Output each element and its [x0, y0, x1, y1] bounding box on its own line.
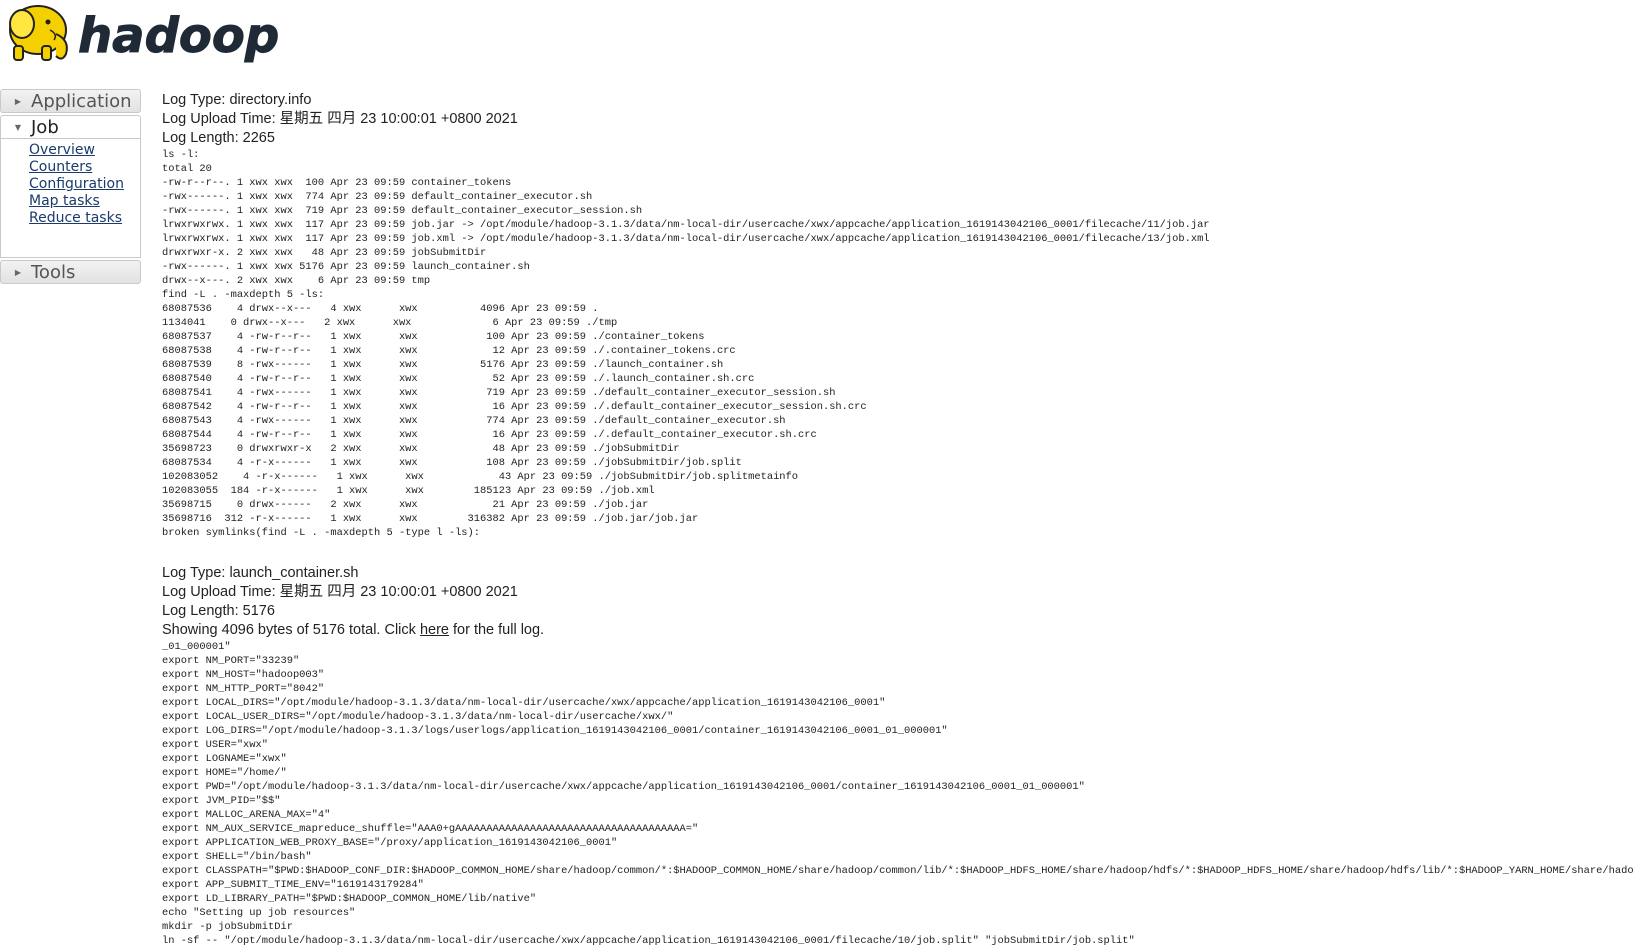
link-configuration[interactable]: Configuration — [29, 176, 140, 193]
showing-suffix: for the full log. — [448, 622, 545, 638]
triangle-down-icon: ▼ — [14, 122, 22, 132]
log-upload-time: Log Upload Time: 星期五 四月 23 10:00:01 +080… — [162, 111, 518, 127]
triangle-right-icon: ▶ — [14, 267, 22, 277]
logo-text: hadoop — [78, 8, 279, 64]
section-title-application: Application — [31, 90, 132, 112]
showing-prefix: Showing 4096 bytes of 5176 total. Click — [162, 622, 420, 638]
section-title-job: Job — [31, 116, 59, 138]
full-log-link[interactable]: here — [420, 622, 449, 638]
link-map-tasks[interactable]: Map tasks — [29, 193, 140, 210]
log-length: Log Length: 5176 — [162, 603, 275, 619]
link-reduce-tasks[interactable]: Reduce tasks — [29, 210, 140, 227]
sidebar-nav: ▶ Application ▼ Job Overview Counters Co… — [0, 89, 141, 286]
job-links: Overview Counters Configuration Map task… — [0, 139, 141, 258]
log-upload-time: Log Upload Time: 星期五 四月 23 10:00:01 +080… — [162, 584, 518, 600]
sidebar-section-tools[interactable]: ▶ Tools — [0, 260, 141, 284]
section-title-tools: Tools — [31, 261, 76, 283]
sidebar-section-job[interactable]: ▼ Job — [0, 115, 141, 139]
log-content: Log Type: directory.info Log Upload Time… — [162, 91, 1633, 948]
elephant-icon: hadoop — [9, 5, 280, 65]
log-type: Log Type: launch_container.sh — [162, 565, 359, 581]
log-text: ls -l: total 20 -rw-r--r--. 1 xwx xwx 10… — [162, 149, 1210, 539]
log-text: _01_000001" export NM_PORT="33239" expor… — [162, 641, 1633, 947]
sidebar-section-application[interactable]: ▶ Application — [0, 89, 141, 113]
link-overview[interactable]: Overview — [29, 142, 140, 159]
link-counters[interactable]: Counters — [29, 159, 140, 176]
showing-bytes-notice: Showing 4096 bytes of 5176 total. Click … — [162, 621, 1633, 640]
triangle-right-icon: ▶ — [14, 96, 22, 106]
log-length: Log Length: 2265 — [162, 130, 275, 146]
log-type: Log Type: directory.info — [162, 92, 312, 108]
hadoop-logo[interactable]: hadoop — [0, 0, 300, 72]
